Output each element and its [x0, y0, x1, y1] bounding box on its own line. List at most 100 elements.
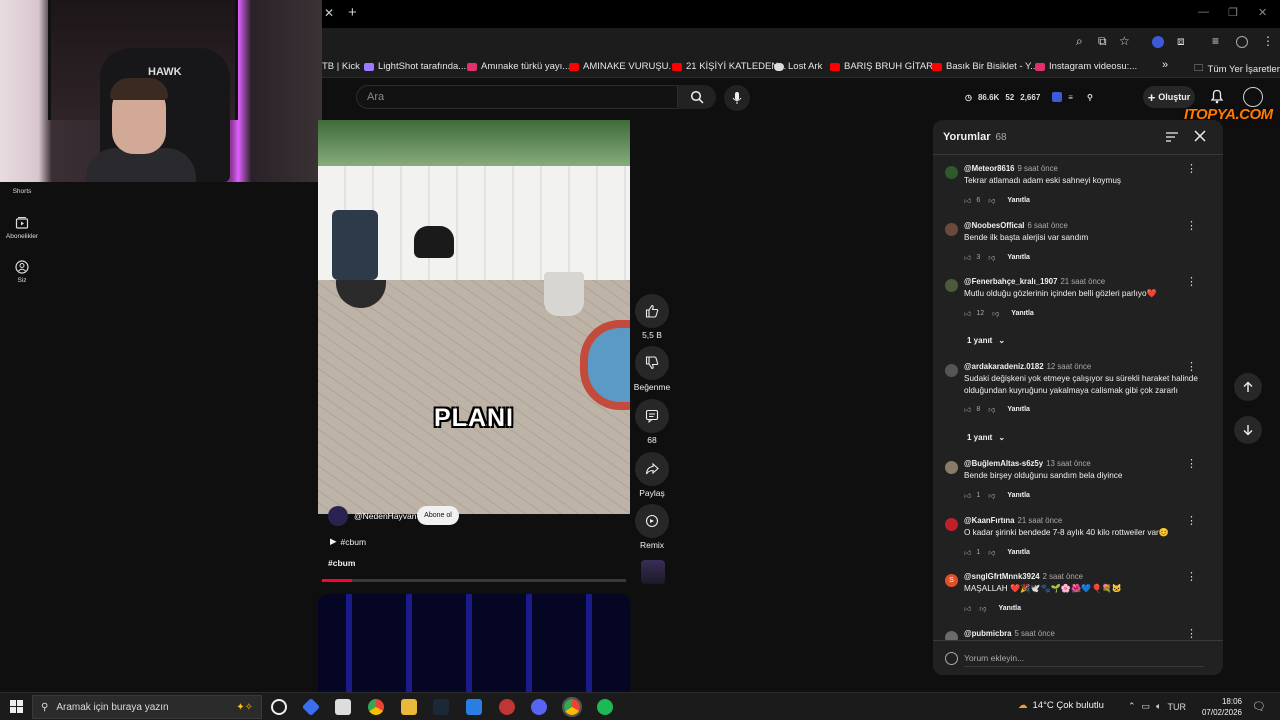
voice-search-button[interactable] — [724, 85, 750, 111]
create-button[interactable]: + Oluştur — [1143, 86, 1195, 108]
comments-button[interactable]: 68 — [632, 399, 672, 445]
bookmark-item[interactable]: Amınake türkü yayı... — [467, 61, 570, 72]
app-icon[interactable] — [301, 697, 321, 717]
short-video-player[interactable]: PLANI — [318, 120, 630, 514]
all-bookmarks[interactable]: 🗀 Tüm Yer İşaretleri — [1194, 61, 1280, 77]
calculator-icon[interactable] — [335, 699, 351, 715]
comment-author[interactable]: @Fenerbahçe_kralı_1907 — [964, 277, 1057, 286]
search-button[interactable] — [678, 85, 716, 109]
replies-toggle[interactable]: 1 yanıt ⌄ — [967, 433, 1005, 442]
install-icon[interactable]: ⧉ — [1098, 34, 1107, 49]
comment-dislike-button[interactable]: 👎︎ — [979, 604, 986, 613]
close-icon[interactable] — [1194, 130, 1206, 142]
video-hashtag[interactable]: #cbum — [328, 558, 355, 568]
avatar[interactable] — [1243, 87, 1263, 107]
more-bookmarks-icon[interactable]: » — [1162, 59, 1168, 71]
comment-author[interactable]: @BuğlemAltas-s6z5y — [964, 459, 1043, 468]
dislike-button[interactable]: Beğenme — [632, 346, 672, 392]
app-icon[interactable] — [499, 699, 515, 715]
maximize-icon[interactable]: ❐ — [1228, 6, 1238, 19]
bookmark-item[interactable]: AMINAKE VURUŞU... — [569, 61, 676, 72]
more-vert-icon[interactable]: ⋮ — [1186, 572, 1197, 583]
bookmark-item[interactable]: BARIŞ BRUH GİTAR... — [830, 61, 941, 72]
more-vert-icon[interactable]: ⋮ — [1186, 362, 1197, 373]
comment-avatar[interactable] — [945, 461, 958, 474]
channel-avatar[interactable] — [328, 506, 348, 526]
sidebar-item-shorts[interactable]: Shorts — [0, 188, 44, 195]
comment-dislike-button[interactable]: 👎︎ — [988, 491, 995, 500]
previous-short-button[interactable] — [1234, 373, 1262, 401]
reply-button[interactable]: Yanıtla — [998, 605, 1021, 612]
cortana-icon[interactable] — [271, 699, 287, 715]
reply-button[interactable]: Yanıtla — [1011, 310, 1034, 317]
comment-like-button[interactable]: 👍︎ 3 — [964, 253, 980, 262]
sidebar-item-subscriptions[interactable]: Abonelikler — [0, 216, 44, 240]
steam-icon[interactable] — [433, 699, 449, 715]
weather-widget[interactable]: ☁ 14°C Çok bulutlu — [1018, 700, 1104, 711]
extension-icon[interactable] — [1052, 92, 1063, 102]
more-vert-icon[interactable]: ⋮ — [1186, 221, 1197, 232]
comment-author[interactable]: @snglGfrtMnnk3924 — [964, 572, 1040, 581]
comment-like-button[interactable]: 👍︎ 1 — [964, 491, 980, 500]
comment-avatar[interactable] — [945, 166, 958, 179]
more-vert-icon[interactable]: ⋮ — [1186, 277, 1197, 288]
reply-button[interactable]: Yanıtla — [1007, 254, 1030, 261]
profile-icon[interactable] — [1236, 36, 1248, 48]
next-short-button[interactable] — [1234, 416, 1262, 444]
bookmark-item[interactable]: LightShot tarafında... — [364, 61, 466, 72]
comment-like-button[interactable]: 👍︎ 8 — [964, 405, 980, 414]
comment-avatar[interactable] — [945, 518, 958, 531]
language-indicator[interactable]: TUR — [1167, 702, 1186, 712]
bookmark-item[interactable]: TB | Kick — [322, 61, 360, 72]
speaker-icon[interactable]: 🔈︎ — [1156, 701, 1161, 712]
comment-author[interactable]: @NoobesOffical — [964, 221, 1024, 230]
video-progress-bar[interactable] — [322, 579, 626, 582]
new-tab-icon[interactable]: + — [348, 4, 357, 21]
subscribe-button[interactable]: Abone ol — [417, 506, 459, 525]
comment-avatar[interactable] — [945, 223, 958, 236]
sidebar-item-you[interactable]: Siz — [0, 260, 44, 284]
comment-like-button[interactable]: 👍︎ 6 — [964, 196, 980, 205]
comment-dislike-button[interactable]: 👎︎ — [992, 309, 999, 318]
comment-dislike-button[interactable]: 👎︎ — [988, 548, 995, 557]
close-tab-icon[interactable]: ✕ — [324, 6, 334, 20]
comment-dislike-button[interactable]: 👎︎ — [988, 253, 995, 262]
add-comment-input[interactable] — [964, 649, 1204, 667]
browser-menu-icon[interactable]: ⋮ — [1262, 34, 1274, 48]
minimize-icon[interactable]: — — [1198, 6, 1209, 18]
reply-button[interactable]: Yanıtla — [1007, 492, 1030, 499]
comment-dislike-button[interactable]: 👎︎ — [988, 196, 995, 205]
chrome-icon[interactable] — [368, 699, 384, 715]
sound-thumbnail[interactable] — [641, 560, 665, 584]
reply-button[interactable]: Yanıtla — [1007, 197, 1030, 204]
notifications-bell-icon[interactable] — [1210, 88, 1224, 104]
comment-author[interactable]: @Meteor8616 — [964, 164, 1015, 173]
more-vert-icon[interactable]: ⋮ — [1186, 516, 1197, 527]
more-vert-icon[interactable]: ⋮ — [1186, 164, 1197, 175]
taskbar-search[interactable]: ⚲ Aramak için buraya yazın ✦✧ — [32, 695, 262, 719]
network-icon[interactable]: ▭ — [1142, 701, 1151, 712]
bookmark-star-icon[interactable]: ☆ — [1119, 34, 1130, 48]
filter-icon[interactable]: ⚲ — [1087, 93, 1093, 102]
bookmark-item[interactable]: Instagram videosu:... — [1035, 61, 1137, 72]
clock[interactable]: 18:06 07/02/2026 — [1196, 696, 1242, 718]
file-explorer-icon[interactable] — [401, 699, 417, 715]
windows-start-icon[interactable] — [10, 700, 23, 713]
comment-avatar[interactable] — [945, 364, 958, 377]
comment-avatar[interactable]: S — [945, 574, 958, 587]
comment-dislike-button[interactable]: 👎︎ — [988, 405, 995, 414]
channel-name[interactable]: @NedenHayvan — [354, 511, 417, 521]
bookmark-item[interactable]: Basık Bir Bisiklet - Y... — [932, 61, 1038, 72]
comment-author[interactable]: @KaanFırtına — [964, 516, 1015, 525]
notification-center-icon[interactable]: 🗨︎ — [1252, 700, 1266, 713]
zoom-icon[interactable]: ⌕ — [1076, 34, 1083, 49]
extensions-puzzle-icon[interactable]: ⧈ — [1177, 34, 1185, 49]
bookmark-item[interactable]: Lost Ark — [774, 61, 822, 72]
chevron-up-icon[interactable]: ⌃ — [1128, 701, 1136, 712]
comment-author[interactable]: @pubmicbra — [964, 629, 1011, 638]
remix-button[interactable]: Remix — [632, 504, 672, 550]
share-button[interactable]: Paylaş — [632, 452, 672, 498]
sort-icon[interactable] — [1165, 130, 1179, 144]
like-button[interactable]: 5,5 B — [632, 294, 672, 340]
song-row[interactable]: ▶ #cbum — [330, 536, 366, 547]
